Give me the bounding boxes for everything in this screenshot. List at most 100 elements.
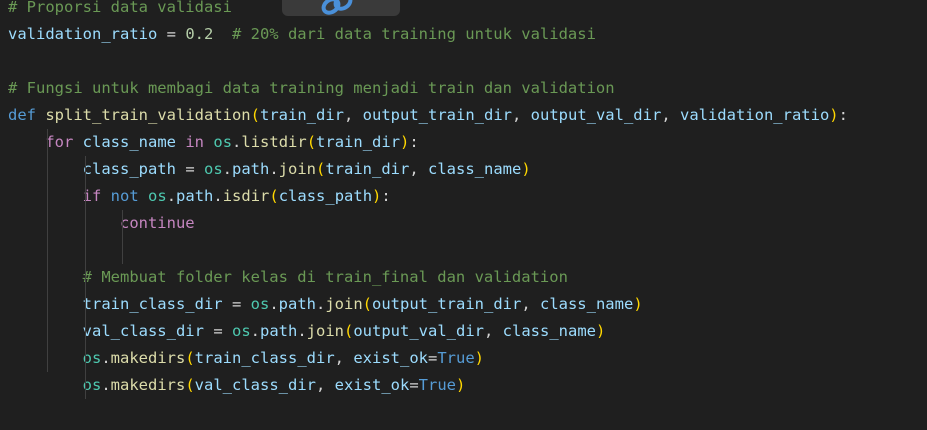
code-token: , [521, 295, 540, 313]
code-token: , [511, 106, 531, 124]
code-token: , [316, 376, 335, 394]
code-token: output_train_dir [372, 295, 522, 313]
code-token: split_train_validation [45, 106, 251, 124]
code-token: : [381, 187, 391, 205]
indent-guide [84, 372, 86, 399]
code-token: train_class_dir [194, 349, 335, 367]
code-token: . [213, 187, 223, 205]
code-token: os [213, 133, 233, 151]
code-token: . [269, 160, 279, 178]
indent-guide [121, 237, 123, 264]
code-token: . [166, 187, 177, 205]
code-token: . [269, 295, 279, 313]
code-token: listdir [241, 133, 307, 151]
indent-guide [47, 237, 49, 264]
code-token: class_name [428, 160, 522, 178]
code-token: os [148, 187, 167, 205]
indent-guide [84, 264, 86, 291]
code-token: path [232, 160, 270, 178]
indent-guide [84, 183, 86, 210]
code-token: class_name [539, 295, 634, 313]
code-token: # Membuat folder kelas di train_final da… [82, 268, 568, 286]
code-token: ) [829, 106, 839, 124]
code-line[interactable]: if not os.path.isdir(class_path): [8, 183, 927, 210]
code-line[interactable] [8, 237, 927, 264]
indent-guide [47, 291, 49, 318]
code-line[interactable]: def split_train_validation(train_dir, ou… [8, 102, 927, 129]
code-token: train_class_dir [82, 295, 223, 313]
code-token: : [409, 133, 419, 151]
code-token: ) [596, 322, 606, 340]
code-line[interactable]: # Fungsi untuk membagi data training men… [8, 75, 927, 102]
code-token: . [250, 322, 260, 340]
code-token: train_dir [316, 133, 401, 151]
indent-guide [47, 210, 49, 237]
code-line[interactable]: os.makedirs(train_class_dir, exist_ok=Tr… [8, 345, 927, 372]
code-token: , [484, 322, 503, 340]
code-line[interactable]: validation_ratio = 0.2 # 20% dari data t… [8, 21, 927, 48]
code-token: . [297, 322, 307, 340]
code-line[interactable]: continue [8, 210, 927, 237]
code-line[interactable]: val_class_dir = os.path.join(output_val_… [8, 318, 927, 345]
code-token: ( [269, 187, 279, 205]
code-token: os [250, 295, 270, 313]
code-token: , [409, 160, 429, 178]
indent-guide [47, 129, 49, 156]
code-token: True [418, 376, 456, 394]
code-token: os [231, 322, 251, 340]
code-token: train_dir [325, 160, 410, 178]
code-token: , [344, 106, 363, 124]
code-line[interactable]: for class_name in os.listdir(train_dir): [8, 129, 927, 156]
code-line[interactable]: os.makedirs(val_class_dir, exist_ok=True… [8, 372, 927, 399]
code-token: exist_ok [353, 349, 428, 367]
code-token: , [334, 349, 354, 367]
code-token: path [260, 322, 298, 340]
indent-guide [121, 210, 123, 237]
code-token: ) [400, 133, 410, 151]
code-token: = [222, 295, 251, 313]
code-token: output_train_dir [362, 106, 512, 124]
link-icon[interactable] [316, 0, 358, 18]
code-token: . [232, 133, 242, 151]
code-token: path [278, 295, 316, 313]
code-line[interactable]: # Proporsi data validasi [8, 0, 927, 21]
code-editor[interactable]: # Proporsi data validasi validation_ratio… [0, 0, 927, 430]
code-token: val_class_dir [194, 376, 316, 394]
code-token: isdir [222, 187, 270, 205]
code-line[interactable] [8, 48, 927, 75]
code-token: ( [344, 322, 354, 340]
code-token: . [315, 295, 326, 313]
code-area[interactable]: # Proporsi data validasi validation_ratio… [8, 0, 927, 399]
code-token: val_class_dir [82, 322, 204, 340]
indent-guide [84, 237, 86, 264]
code-token: ( [306, 133, 317, 151]
code-token: # Proporsi data validasi [8, 0, 232, 16]
code-line[interactable]: train_class_dir = os.path.join(output_tr… [8, 291, 927, 318]
code-token: . [101, 349, 111, 367]
code-token: # 20% dari data training untuk validasi [231, 25, 596, 43]
code-token: 0.2 [185, 25, 214, 43]
code-token: ( [185, 376, 195, 394]
code-line[interactable]: # Membuat folder kelas di train_final da… [8, 264, 927, 291]
indent-guide [84, 291, 86, 318]
code-token: train_dir [260, 106, 344, 124]
code-token: makedirs [110, 376, 186, 394]
code-token: continue [119, 214, 195, 232]
code-line[interactable]: class_path = os.path.join(train_dir, cla… [8, 156, 927, 183]
indent-guide [84, 156, 86, 183]
code-token: validation_ratio [8, 25, 158, 43]
code-token: join [306, 322, 344, 340]
code-token: for [45, 133, 74, 151]
code-token: class_name [502, 322, 596, 340]
